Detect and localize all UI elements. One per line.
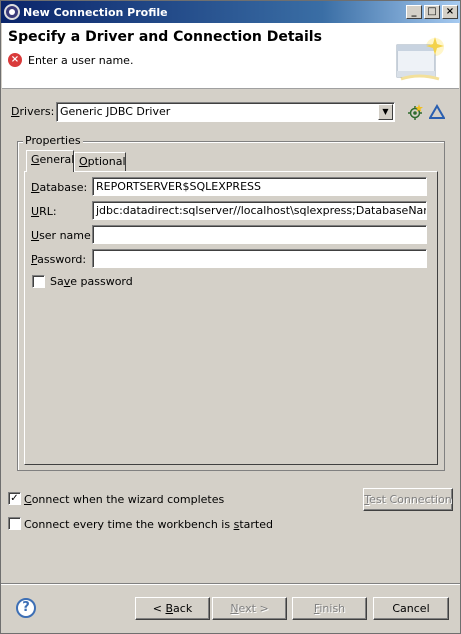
properties-group-label: Properties — [23, 134, 83, 147]
error-message: Enter a user name. — [28, 53, 134, 67]
maximize-button[interactable]: □ — [424, 5, 440, 19]
database-field[interactable]: REPORTSERVER$SQLEXPRESS — [92, 177, 427, 196]
drivers-label: Drivers: — [11, 105, 55, 118]
back-button[interactable]: < Back — [135, 597, 210, 620]
dialog-window: New Connection Profile _ □ × Specify a D… — [0, 0, 461, 634]
new-driver-icon[interactable] — [407, 104, 423, 120]
connect-on-complete-checkbox[interactable]: ✓ — [8, 492, 21, 505]
save-password-checkbox[interactable] — [32, 275, 45, 288]
header-message: × Enter a user name. — [8, 53, 133, 67]
wizard-header: Specify a Driver and Connection Details … — [2, 23, 459, 89]
connect-on-startup-checkbox[interactable] — [8, 517, 21, 530]
help-icon[interactable]: ? — [16, 598, 36, 618]
cancel-button[interactable]: Cancel — [373, 597, 449, 620]
window-title: New Connection Profile — [23, 5, 168, 19]
error-icon: × — [8, 53, 22, 67]
eclipse-icon — [4, 4, 20, 20]
finish-button[interactable]: Finish — [292, 597, 367, 620]
chevron-down-icon[interactable]: ▼ — [378, 104, 393, 120]
drivers-dropdown[interactable]: Generic JDBC Driver ▼ — [56, 102, 395, 122]
tab-general[interactable]: General — [26, 150, 74, 172]
password-field[interactable] — [92, 249, 427, 268]
wizard-banner-icon — [396, 37, 444, 81]
connect-on-complete-label[interactable]: Connect when the wizard completes — [24, 493, 224, 506]
close-button[interactable]: × — [442, 5, 458, 19]
database-label: Database: — [31, 181, 88, 194]
test-connection-button[interactable]: Test Connection — [363, 488, 453, 511]
edit-driver-icon[interactable] — [429, 104, 445, 120]
save-password-label[interactable]: Save password — [50, 275, 133, 288]
user-name-field[interactable] — [92, 225, 427, 244]
drivers-dropdown-value: Generic JDBC Driver — [60, 105, 171, 118]
url-field[interactable]: jdbc:datadirect:sqlserver//localhost\sql… — [92, 201, 427, 220]
user-name-label: User name: — [31, 229, 95, 242]
password-label: Password: — [31, 253, 87, 266]
drivers-row: Drivers: Generic JDBC Driver ▼ — [11, 102, 451, 122]
next-button[interactable]: Next > — [212, 597, 287, 620]
footer-separator — [1, 583, 460, 585]
page-title: Specify a Driver and Connection Details — [8, 29, 322, 45]
tab-optional[interactable]: Optional — [74, 152, 126, 172]
title-bar[interactable]: New Connection Profile _ □ × — [1, 1, 460, 23]
minimize-button[interactable]: _ — [406, 5, 422, 19]
connect-on-startup-label[interactable]: Connect every time the workbench is star… — [24, 518, 273, 531]
url-label: URL: — [31, 205, 57, 218]
